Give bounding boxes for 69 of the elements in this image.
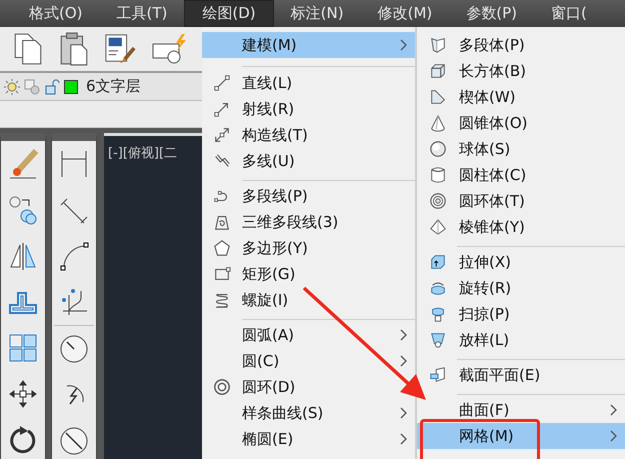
menu-item-label: 圆弧(A): [242, 326, 294, 344]
menu-bar-item[interactable]: 参数(P): [449, 0, 534, 27]
menu-item[interactable]: 圆锥体(O): [417, 110, 528, 136]
menu-item[interactable]: 放样(L): [417, 327, 510, 353]
menu-item[interactable]: 构造线(T): [202, 122, 308, 148]
menu-item-label: 椭圆(E): [242, 430, 294, 448]
menu-item[interactable]: 球体(S): [417, 136, 510, 162]
menu-item-label: 螺旋(I): [242, 290, 288, 310]
menu-item[interactable]: 样条曲线(S): [202, 400, 324, 426]
menu-item[interactable]: 曲面(F): [417, 397, 510, 423]
menu-item[interactable]: 圆弧(A): [202, 322, 294, 348]
menu-item[interactable]: 长方体(B): [417, 58, 526, 84]
menu-item[interactable]: 多线(U): [202, 148, 295, 174]
menu-item-label: 构造线(T): [242, 126, 308, 144]
menu-item[interactable]: 网格(M): [417, 423, 625, 449]
menu-item-label: 直线(L): [242, 74, 292, 92]
menu-item-label: 放样(L): [459, 330, 510, 350]
menu-item-label: 旋转(R): [459, 278, 512, 298]
menu-item[interactable]: 射线(R): [202, 96, 294, 122]
menu-item[interactable]: 多段体(P): [417, 32, 525, 58]
menu-item[interactable]: 扫掠(P): [417, 301, 510, 327]
menu-item[interactable]: 建模(M): [202, 32, 415, 58]
menu-item[interactable]: 三维多段线(3): [202, 209, 338, 235]
menu-bar-item[interactable]: 工具(T): [100, 0, 184, 27]
menu-item-label: 截面平面(E): [459, 366, 540, 384]
menu-item-label: 圆环体(T): [459, 192, 525, 210]
menu-item[interactable]: 直线(L): [202, 70, 292, 96]
menu-item-label: 楔体(W): [459, 88, 516, 106]
menu-item-label: 多线(U): [242, 152, 295, 170]
menu-bar-item[interactable]: 窗口(: [534, 0, 604, 27]
menu-item-label: 矩形(G): [242, 264, 296, 284]
menu-item-label: 圆环(D): [242, 378, 296, 396]
menu-item-label: 扫掠(P): [459, 304, 510, 324]
menu-item-label: 球体(S): [459, 140, 510, 158]
menu-item-label: 曲面(F): [459, 400, 510, 420]
menu-item-label: 棱锥体(Y): [459, 218, 525, 236]
menu-item[interactable]: 椭圆(E): [202, 426, 294, 452]
viewport-label[interactable]: [-][俯视][二: [108, 146, 178, 161]
menu-item[interactable]: 拉伸(X): [417, 249, 511, 275]
menu-item[interactable]: 矩形(G): [202, 261, 296, 287]
layer-name[interactable]: 6文字层: [86, 77, 141, 96]
menu-item[interactable]: 圆环体(T): [417, 188, 525, 214]
menu-item-label: 建模(M): [242, 36, 297, 54]
menu-item-label: 圆锥体(O): [459, 114, 528, 132]
menu-item[interactable]: 圆环(D): [202, 374, 296, 400]
menu-item-label: 多边形(Y): [242, 238, 308, 258]
menu-item-label: 多段体(P): [459, 36, 525, 54]
menu-item[interactable]: 棱锥体(Y): [417, 214, 525, 240]
menu-item[interactable]: 圆柱体(C): [417, 162, 526, 188]
menu-bar-item[interactable]: 标注(N): [274, 0, 361, 27]
menu-item-label: 圆柱体(C): [459, 166, 526, 184]
menu-item-label: 拉伸(X): [459, 252, 511, 272]
menu-item-label: 三维多段线(3): [242, 212, 338, 232]
menu-bar-item[interactable]: 修改(M): [360, 0, 450, 27]
menu-item-label: 长方体(B): [459, 62, 526, 80]
menu-item[interactable]: 多边形(Y): [202, 235, 308, 261]
menu-item[interactable]: 楔体(W): [417, 84, 516, 110]
menu-item-label: 网格(M): [459, 426, 514, 446]
menu-item-label: 样条曲线(S): [242, 404, 324, 422]
menu-item-label: 射线(R): [242, 100, 294, 118]
menu-item[interactable]: 螺旋(I): [202, 287, 288, 313]
menu-item-label: 多段线(P): [242, 186, 308, 206]
menu-bar-item[interactable]: 绘图(D): [184, 0, 274, 27]
menu-bar-item[interactable]: 格式(O): [12, 0, 100, 27]
menu-item[interactable]: 截面平面(E): [417, 362, 540, 388]
menu-item[interactable]: 圆(C): [202, 348, 280, 374]
menu-item[interactable]: 旋转(R): [417, 275, 512, 301]
menu-item[interactable]: 多段线(P): [202, 183, 308, 209]
menu-item-label: 圆(C): [242, 352, 280, 370]
